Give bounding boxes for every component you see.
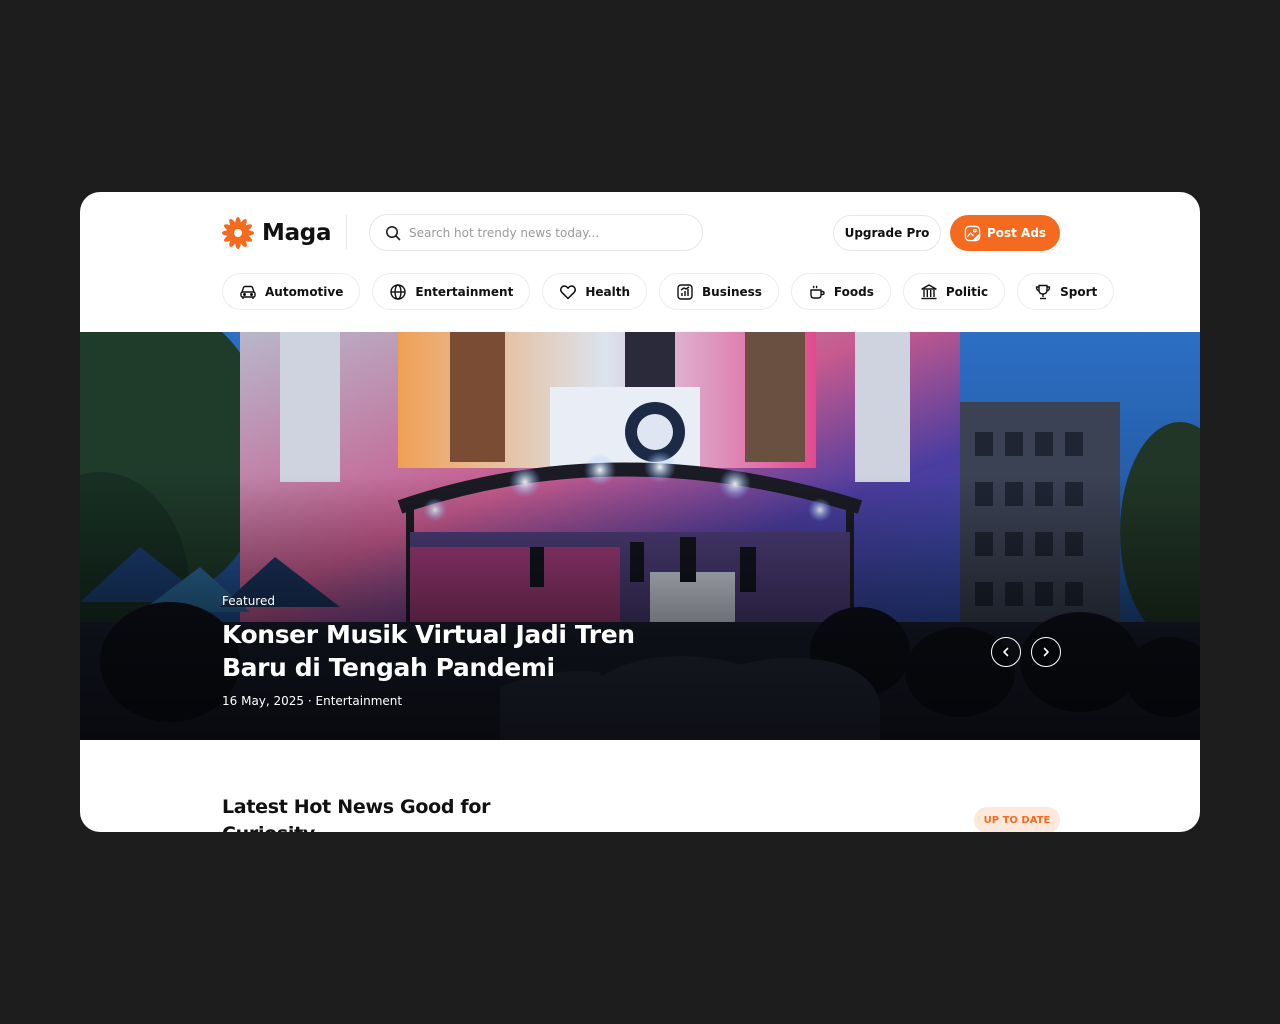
hero-meta: 16 May, 2025 · Entertainment	[222, 694, 403, 708]
post-ads-button[interactable]: Post Ads	[950, 215, 1060, 251]
category-automotive[interactable]: Automotive	[222, 273, 361, 310]
category-politic[interactable]: Politic	[902, 273, 1006, 310]
main-card: Maga Upgrade Pro Post Ads Automo	[80, 192, 1200, 832]
category-foods[interactable]: Foods	[790, 273, 891, 310]
brand-name: Maga	[262, 220, 332, 246]
category-label: Automotive	[265, 284, 344, 299]
category-sport[interactable]: Sport	[1017, 273, 1115, 310]
search-bar[interactable]	[369, 214, 703, 251]
header-divider	[346, 215, 347, 249]
carousel-prev-button[interactable]	[991, 637, 1021, 667]
search-icon	[386, 225, 401, 240]
category-label: Politic	[945, 284, 989, 299]
category-health[interactable]: Health	[542, 273, 647, 310]
hero-title[interactable]: Konser Musik Virtual Jadi Tren Baru di T…	[222, 618, 682, 684]
image-edit-icon	[964, 225, 981, 241]
category-label: Business	[702, 284, 762, 299]
car-icon	[240, 285, 256, 299]
latest-section-title: Latest Hot News Good for Curiosity	[222, 796, 491, 832]
category-label: Health	[585, 284, 630, 299]
category-label: Entertainment	[415, 284, 514, 299]
upgrade-pro-button[interactable]: Upgrade Pro	[833, 215, 941, 251]
trophy-icon	[1035, 284, 1051, 299]
category-nav: Automotive Entertainment Health Business	[222, 273, 1115, 310]
chevron-right-icon	[1043, 647, 1049, 657]
chart-icon	[677, 283, 693, 300]
chevron-left-icon	[1003, 647, 1009, 657]
building-icon	[921, 283, 937, 299]
category-business[interactable]: Business	[659, 273, 779, 310]
logo[interactable]: Maga	[222, 216, 332, 250]
heart-icon	[560, 284, 577, 299]
cup-icon	[810, 285, 825, 299]
search-input[interactable]	[409, 225, 689, 240]
featured-label: Featured	[222, 594, 275, 608]
carousel-next-button[interactable]	[1031, 637, 1061, 667]
globe-icon	[390, 283, 407, 300]
category-label: Foods	[833, 284, 874, 299]
category-label: Sport	[1060, 284, 1098, 299]
category-entertainment[interactable]: Entertainment	[372, 273, 531, 310]
up-to-date-badge: UP TO DATE	[974, 807, 1060, 832]
sunburst-logo-icon	[222, 217, 254, 249]
post-ads-label: Post Ads	[986, 226, 1047, 240]
featured-hero[interactable]: Featured Konser Musik Virtual Jadi Tren …	[80, 332, 1200, 740]
